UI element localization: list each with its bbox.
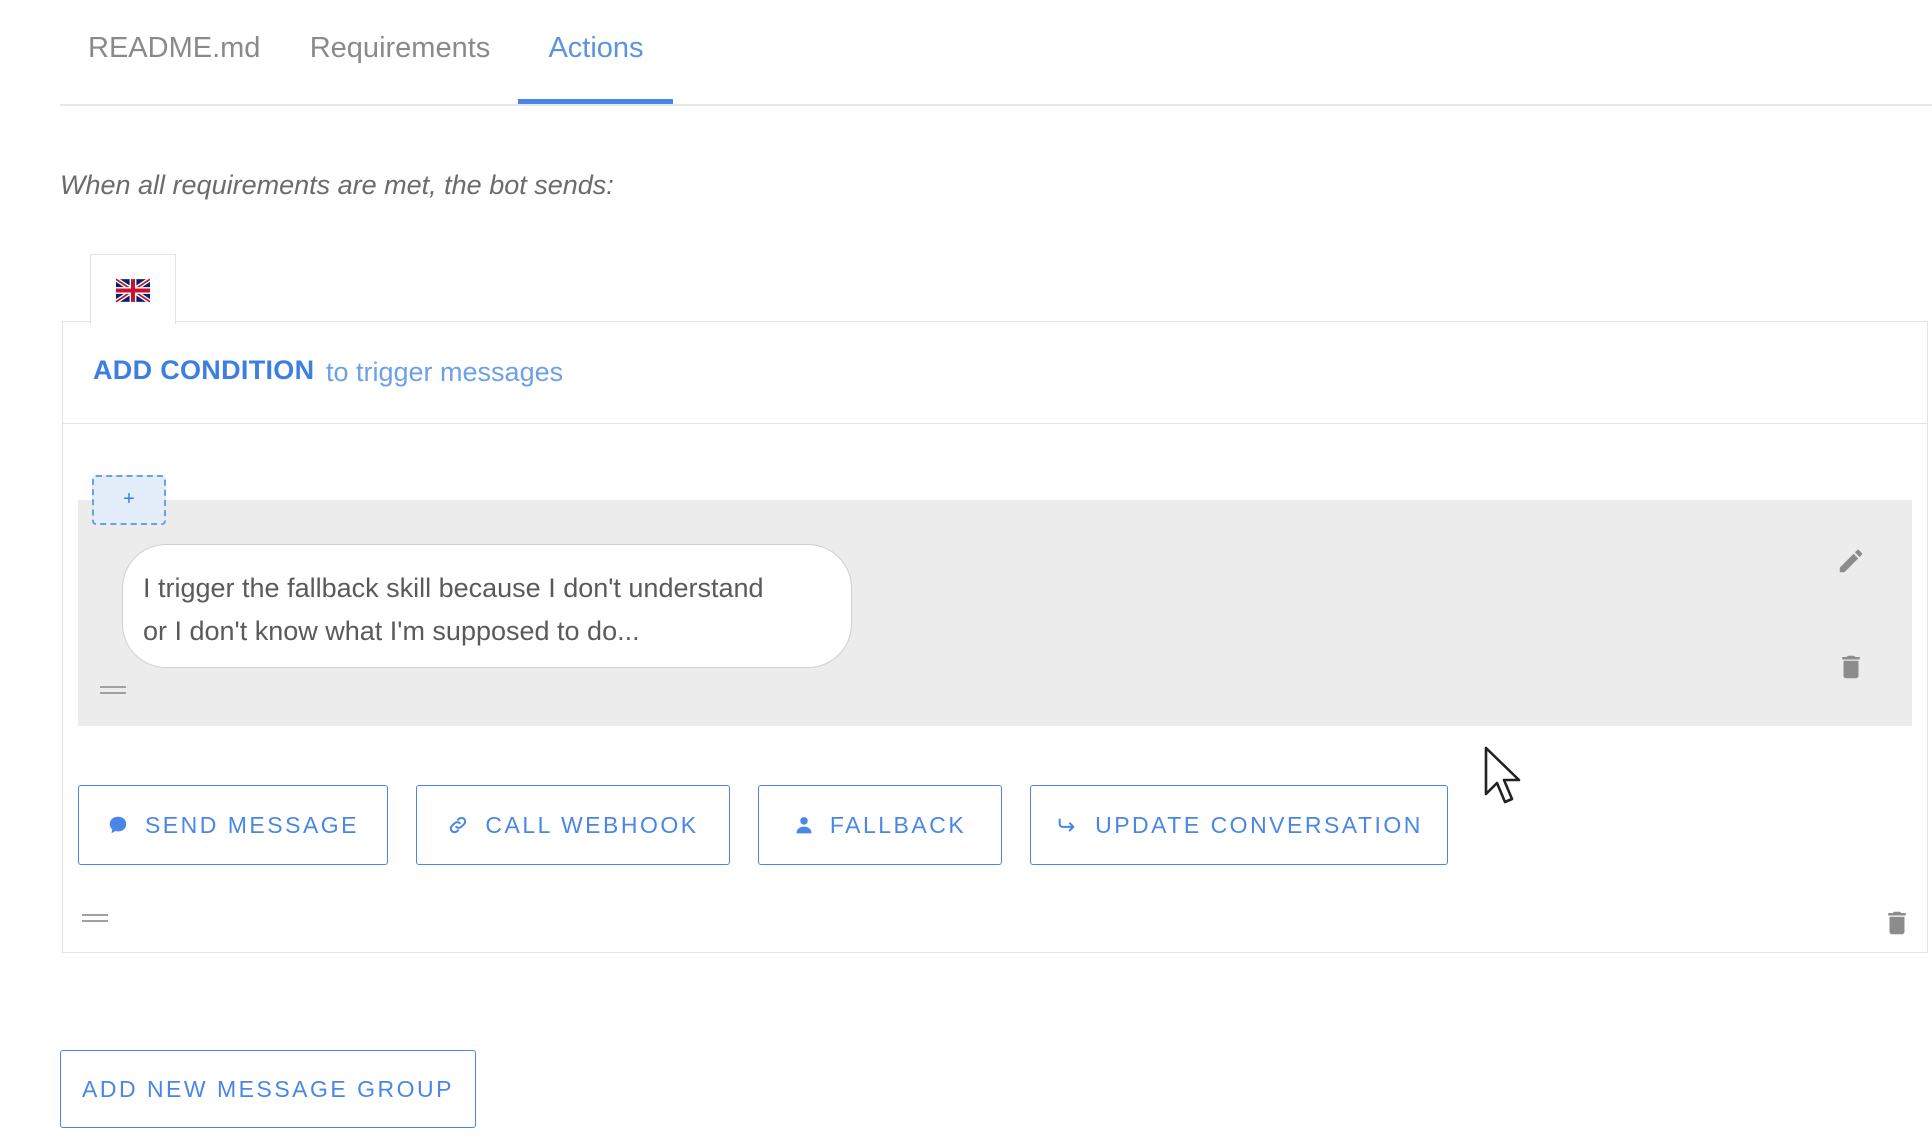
message-drag-handle-icon[interactable] [100,686,126,700]
send-message-button[interactable]: SEND MESSAGE [78,785,388,865]
fallback-button[interactable]: FALLBACK [758,785,1002,865]
tab-divider [60,104,1932,106]
add-message-button[interactable]: + [92,475,166,525]
fallback-label: FALLBACK [829,811,967,838]
chat-bubble-icon [107,814,129,836]
update-conversation-label: UPDATE CONVERSATION [1095,811,1423,838]
language-tab-en[interactable] [90,254,176,324]
send-message-label: SEND MESSAGE [144,811,360,838]
add-new-message-group-button[interactable]: ADD NEW MESSAGE GROUP [60,1050,476,1128]
delete-message-trash-icon[interactable] [1836,652,1866,682]
delete-group-trash-icon[interactable] [1882,908,1912,938]
message-line: I trigger the fallback skill because I d… [143,573,764,603]
call-webhook-label: CALL WEBHOOK [485,811,699,838]
trigger-messages-label: to trigger messages [326,357,564,387]
group-drag-handle-icon[interactable] [82,914,108,928]
add-condition-button[interactable]: ADD CONDITION [93,355,314,386]
link-icon [447,814,469,836]
tab-readme[interactable]: README.md [88,22,260,82]
update-conversation-button[interactable]: UPDATE CONVERSATION [1030,785,1448,865]
intro-text: When all requirements are met, the bot s… [60,170,614,200]
uk-flag-icon [116,278,150,303]
message-bubble[interactable]: I trigger the fallback skill because I d… [122,544,852,668]
add-new-message-group-label: ADD NEW MESSAGE GROUP [82,1075,454,1102]
mouse-cursor-icon [1484,746,1521,804]
message-line: or I don't know what I'm supposed to do.… [143,616,640,646]
person-icon [794,814,814,836]
active-tab-indicator [518,99,673,104]
edit-pencil-icon[interactable] [1836,546,1866,576]
call-webhook-button[interactable]: CALL WEBHOOK [416,785,730,865]
tab-requirements[interactable]: Requirements [307,22,493,82]
redirect-arrow-icon [1055,814,1079,836]
tab-actions[interactable]: Actions [532,22,660,82]
